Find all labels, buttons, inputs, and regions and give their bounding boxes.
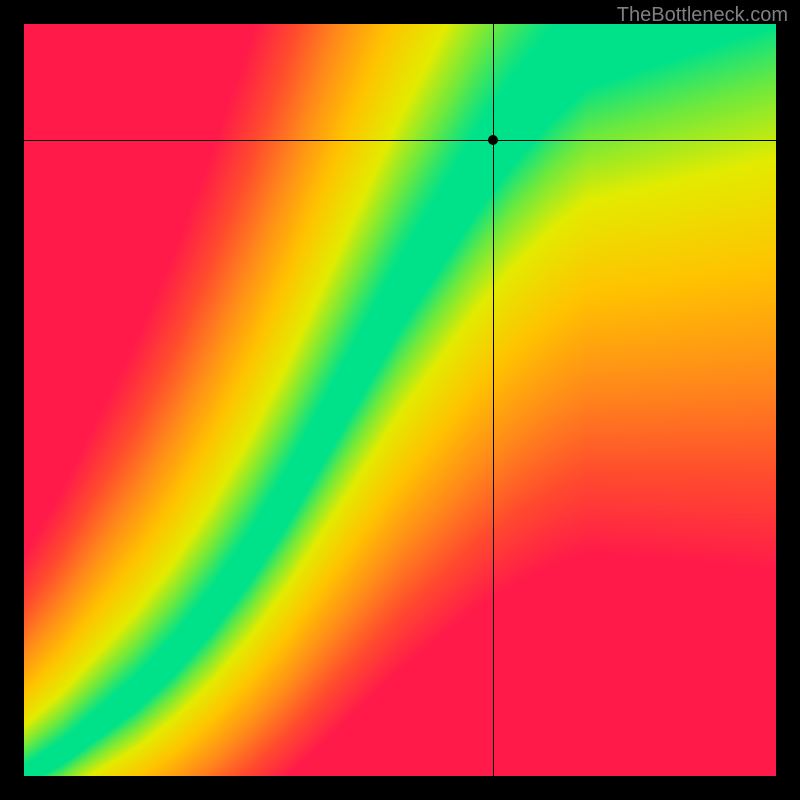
selection-marker <box>488 135 498 145</box>
heatmap-canvas <box>24 24 776 776</box>
crosshair-horizontal <box>24 140 776 141</box>
heatmap-plot <box>24 24 776 776</box>
watermark-text: TheBottleneck.com <box>617 4 788 27</box>
